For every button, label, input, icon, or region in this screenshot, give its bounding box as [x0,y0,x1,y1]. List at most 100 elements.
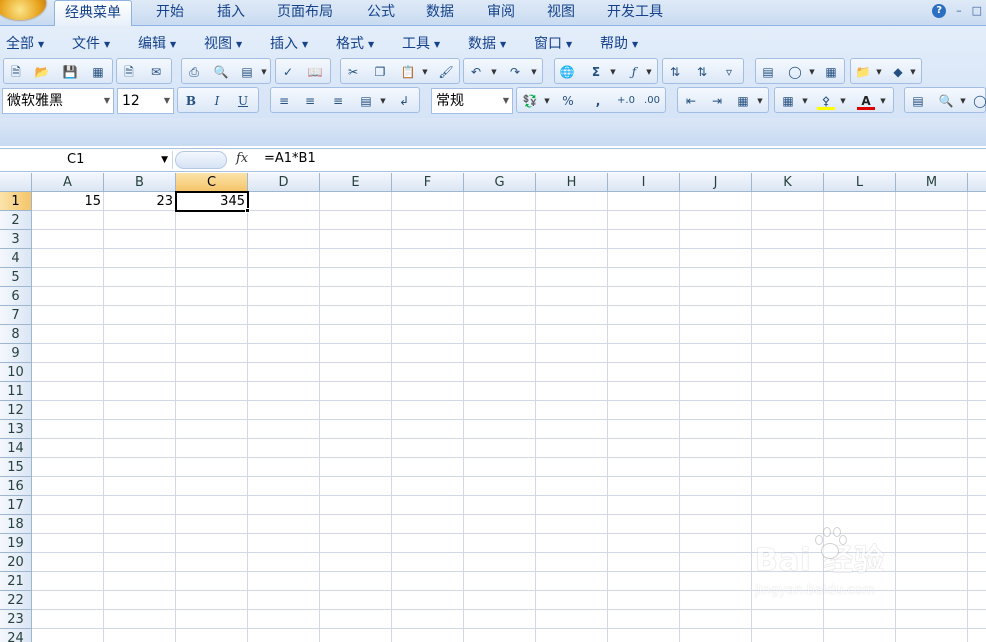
row-header-3[interactable]: 3 [0,230,32,249]
menu-window[interactable]: 窗口 ▼ [534,33,572,53]
align-center-icon[interactable]: ≡ [301,92,319,110]
select-all-corner[interactable] [0,173,32,192]
cell-b1[interactable]: 23 [104,192,176,211]
tab-data[interactable]: 数据 [416,0,464,26]
merge-dropdown-icon[interactable]: ▼ [379,92,387,110]
menu-help[interactable]: 帮助 ▼ [600,33,638,53]
align-right-icon[interactable]: ≡ [329,92,347,110]
row-header-10[interactable]: 10 [0,363,32,382]
col-header-l[interactable]: L [824,173,896,192]
align-left-icon[interactable]: ≡ [275,92,293,110]
insert-function-icon[interactable]: fx [236,151,248,166]
undo-icon[interactable]: ↶ [467,63,485,81]
spelling-icon[interactable]: ✓ [279,63,297,81]
sort-ascending-icon[interactable]: ⇅ [666,63,684,81]
menu-insert[interactable]: 插入 ▼ [270,33,308,53]
cut-icon[interactable]: ✂ [344,63,362,81]
underline-icon[interactable]: U [234,92,252,110]
row-header-17[interactable]: 17 [0,496,32,515]
fill-handle[interactable] [245,208,250,213]
row-header-15[interactable]: 15 [0,458,32,477]
autosum-dropdown-icon[interactable]: ▼ [609,63,617,81]
row-header-21[interactable]: 21 [0,572,32,591]
sort-descending-icon[interactable]: ⇅ [693,63,711,81]
row-header-19[interactable]: 19 [0,534,32,553]
styles-icon[interactable]: ▤ [909,92,927,110]
restore-icon[interactable]: □ [972,4,982,18]
hyperlink-icon[interactable]: 🌐 [558,63,576,81]
col-header-k[interactable]: K [752,173,824,192]
format-painter-icon[interactable]: 🖌 [437,63,455,81]
col-header-c[interactable]: C [176,173,248,192]
row-header-5[interactable]: 5 [0,268,32,287]
row-header-12[interactable]: 12 [0,401,32,420]
tab-home[interactable]: 开始 [146,0,194,26]
row-header-8[interactable]: 8 [0,325,32,344]
col-header-e[interactable]: E [320,173,392,192]
menu-file[interactable]: 文件 ▼ [72,33,110,53]
col-header-d[interactable]: D [248,173,320,192]
col-header-g[interactable]: G [464,173,536,192]
redo-dropdown-icon[interactable]: ▼ [530,63,538,81]
name-box[interactable]: C1 ▼ [0,149,172,171]
autosum-icon[interactable]: Σ [587,63,605,81]
tab-classic-menu[interactable]: 经典菜单 [54,0,132,26]
open-folder-icon[interactable]: 📂 [33,63,51,81]
currency-dropdown-icon[interactable]: ▼ [543,92,551,110]
col-header-b[interactable]: B [104,173,176,192]
row-header-18[interactable]: 18 [0,515,32,534]
new-file-icon[interactable]: 🗎 [7,63,25,81]
tab-formulas[interactable]: 公式 [357,0,405,26]
col-header-m[interactable]: M [896,173,968,192]
row-header-23[interactable]: 23 [0,610,32,629]
decrease-indent-icon[interactable]: ⇤ [682,92,700,110]
menu-all[interactable]: 全部 ▼ [6,33,44,53]
folder-dropdown-icon[interactable]: ▼ [875,63,883,81]
find-dropdown-icon[interactable]: ▼ [959,92,967,110]
menu-format[interactable]: 格式 ▼ [336,33,374,53]
font-name-select[interactable]: 微软雅黑 ▼ [2,88,114,114]
shapes-dropdown-icon[interactable]: ▼ [808,63,816,81]
col-header-a[interactable]: A [32,173,104,192]
font-color-dropdown-icon[interactable]: ▼ [879,92,887,110]
menu-data[interactable]: 数据 ▼ [468,33,506,53]
function-icon[interactable]: ƒ [625,63,643,81]
decrease-decimal-icon[interactable]: .00 [643,92,661,110]
row-header-14[interactable]: 14 [0,439,32,458]
shapes-icon[interactable]: ◯ [786,63,804,81]
undo-dropdown-icon[interactable]: ▼ [490,63,498,81]
permission-icon[interactable]: 🗎 [120,63,138,81]
row-header-2[interactable]: 2 [0,211,32,230]
office-button[interactable] [0,0,46,20]
bold-icon[interactable]: B [182,92,200,110]
row-header-22[interactable]: 22 [0,591,32,610]
increase-indent-icon[interactable]: ⇥ [708,92,726,110]
italic-icon[interactable]: I [208,92,226,110]
number-format-select[interactable]: 常规 ▼ [431,88,513,114]
cell-style-dropdown-icon[interactable]: ▼ [756,92,764,110]
increase-decimal-icon[interactable]: +.0 [617,92,635,110]
minimize-icon[interactable]: – [956,4,962,18]
row-header-9[interactable]: 9 [0,344,32,363]
menu-tools[interactable]: 工具 ▼ [402,33,440,53]
cell-a1[interactable]: 15 [32,192,104,211]
borders-dropdown-icon[interactable]: ▼ [801,92,809,110]
wrap-text-icon[interactable]: ↲ [395,92,413,110]
formula-bar-expander[interactable] [175,151,227,169]
email-icon[interactable]: ✉ [147,63,165,81]
tab-insert[interactable]: 插入 [207,0,255,26]
row-header-1[interactable]: 1 [0,192,32,211]
redo-icon[interactable]: ↷ [506,63,524,81]
copy-icon[interactable]: ❐ [371,63,389,81]
row-header-24[interactable]: 24 [0,629,32,642]
extra-icon[interactable]: ◯ [971,92,986,110]
tab-view[interactable]: 视图 [537,0,585,26]
currency-icon[interactable]: 💱 [521,92,539,110]
paste-icon[interactable]: 📋 [399,63,417,81]
print-preview-icon[interactable]: 🔍 [212,63,230,81]
filter-icon[interactable]: ▿ [720,63,738,81]
col-header-f[interactable]: F [392,173,464,192]
row-header-20[interactable]: 20 [0,553,32,572]
help-icon[interactable]: ? [932,4,947,18]
save-icon[interactable]: 💾 [61,63,79,81]
